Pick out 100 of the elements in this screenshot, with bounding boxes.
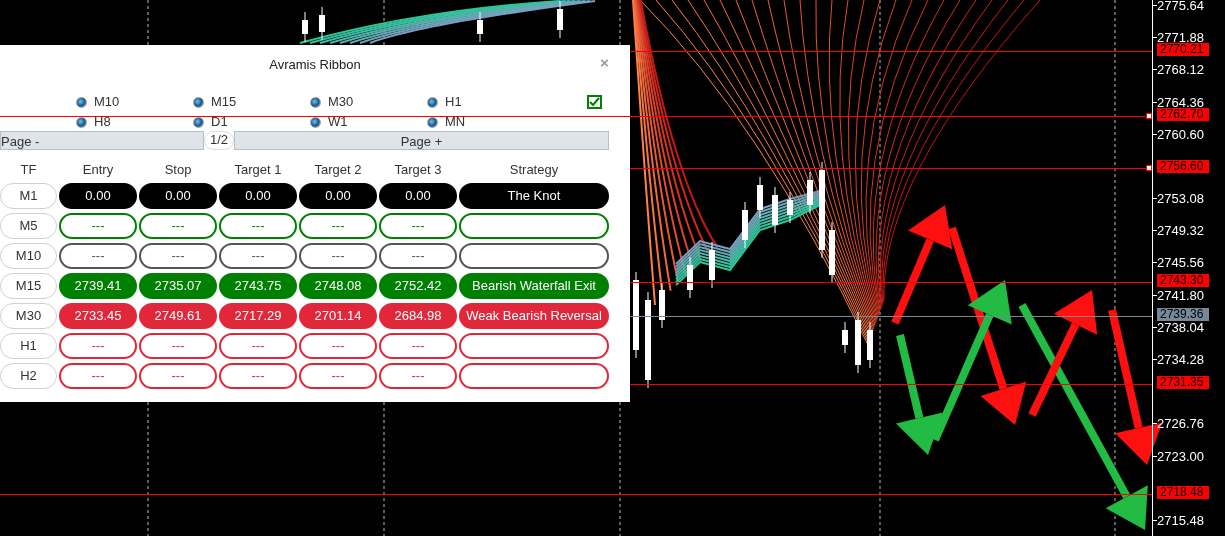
value-cell: 0.00	[379, 183, 457, 209]
column-header: Stop	[163, 161, 193, 180]
price-tick-label: 2726.76	[1157, 417, 1204, 431]
value-cell: 2752.42	[379, 273, 457, 299]
candle	[757, 176, 763, 219]
column-header: Target 3	[393, 161, 443, 180]
timeframe-cell: M1	[0, 183, 57, 209]
price-tick-label: 2745.56	[1157, 256, 1204, 270]
strategy-cell: Bearish Waterfall Exit	[459, 273, 609, 299]
price-tick-label: 2723.00	[1157, 449, 1204, 463]
value-cell: ---	[59, 333, 137, 359]
price-label: 2718.48	[1157, 486, 1209, 499]
strategy-cell: The Knot	[459, 183, 609, 209]
price-tick-label: 2768.12	[1157, 63, 1204, 77]
page-next-button[interactable]: Page +	[234, 130, 609, 150]
price-tick-label: 2753.08	[1157, 192, 1204, 206]
candle	[742, 201, 748, 249]
radio-button[interactable]	[310, 96, 321, 108]
candle	[855, 311, 861, 374]
candle	[477, 11, 483, 43]
page-prev-button[interactable]: Page -	[0, 130, 204, 150]
value-cell: 2735.07	[139, 273, 217, 299]
candle	[842, 321, 848, 354]
radio-button[interactable]	[310, 116, 321, 128]
timeframe-cell: M30	[0, 303, 57, 329]
timeframe-cell: M10	[0, 243, 57, 269]
timeframe-cell: H2	[0, 363, 57, 389]
candle	[829, 221, 835, 284]
column-header: Target 2	[313, 161, 363, 180]
price-tick-label: 2749.32	[1157, 224, 1204, 238]
radio-button[interactable]	[427, 116, 438, 128]
price-label: 2731.35	[1157, 376, 1209, 389]
column-header: Strategy	[508, 161, 560, 180]
radio-label: D1	[211, 113, 228, 132]
value-cell: 0.00	[219, 183, 297, 209]
radio-label: MN	[445, 113, 466, 132]
value-cell: ---	[139, 213, 217, 239]
value-cell: ---	[139, 333, 217, 359]
value-cell: ---	[59, 213, 137, 239]
timeframe-cell: H1	[0, 333, 57, 359]
value-cell: ---	[299, 213, 377, 239]
candle	[319, 6, 325, 41]
radio-label: M10	[94, 93, 120, 112]
timeframe-cell: M5	[0, 213, 57, 239]
price-tick-label: 2771.88	[1157, 31, 1204, 45]
buy-arrow-icon	[1018, 303, 1148, 530]
candle	[807, 171, 813, 214]
strategy-cell: Weak Bearish Reversal	[459, 303, 609, 329]
price-tick-label: 2738.04	[1157, 320, 1204, 334]
price-tick-label: 2734.28	[1157, 353, 1204, 367]
candle	[659, 281, 665, 329]
value-cell: ---	[379, 243, 457, 269]
radio-label: M30	[328, 93, 354, 112]
value-cell: 0.00	[299, 183, 377, 209]
value-cell: ---	[379, 213, 457, 239]
price-tick-label: 2741.80	[1157, 288, 1204, 302]
value-cell: ---	[219, 333, 297, 359]
candle	[787, 191, 793, 224]
radio-button[interactable]	[193, 116, 204, 128]
price-tick-label: 2764.36	[1157, 95, 1204, 109]
value-cell: ---	[299, 243, 377, 269]
value-cell: ---	[299, 363, 377, 389]
value-cell: ---	[379, 363, 457, 389]
radio-label: H8	[94, 113, 111, 132]
value-cell: 2733.45	[59, 303, 137, 329]
value-cell: 0.00	[59, 183, 137, 209]
price-label: 2743.30	[1157, 274, 1209, 287]
radio-button[interactable]	[427, 96, 438, 108]
checkbox[interactable]	[587, 95, 602, 109]
candle	[557, 0, 563, 39]
price-label: 2762.70	[1157, 108, 1209, 121]
value-cell: ---	[59, 363, 137, 389]
value-cell: ---	[379, 333, 457, 359]
value-cell: 0.00	[139, 183, 217, 209]
price-tick-label: 2760.60	[1157, 127, 1204, 141]
candle	[772, 186, 778, 234]
value-cell: ---	[219, 243, 297, 269]
radio-button[interactable]	[193, 96, 204, 108]
radio-label: M15	[211, 93, 237, 112]
radio-label: W1	[328, 113, 348, 132]
dialog-title: Avramis Ribbon	[269, 56, 361, 75]
value-cell: ---	[139, 243, 217, 269]
value-cell: 2749.61	[139, 303, 217, 329]
candle	[302, 11, 308, 43]
candle	[687, 256, 693, 299]
price-tick-label: 2775.64	[1157, 0, 1204, 12]
value-cell: 2739.41	[59, 273, 137, 299]
value-cell: ---	[59, 243, 137, 269]
radio-label: H1	[445, 93, 462, 112]
candle	[709, 241, 715, 289]
value-cell: ---	[219, 363, 297, 389]
radio-button[interactable]	[76, 96, 87, 108]
price-label: 2770.21	[1157, 43, 1209, 56]
value-cell: 2748.08	[299, 273, 377, 299]
value-cell: 2701.14	[299, 303, 377, 329]
value-cell: ---	[299, 333, 377, 359]
column-header: TF	[19, 161, 38, 180]
radio-button[interactable]	[76, 116, 87, 128]
value-cell: 2717.29	[219, 303, 297, 329]
candle	[867, 321, 873, 369]
